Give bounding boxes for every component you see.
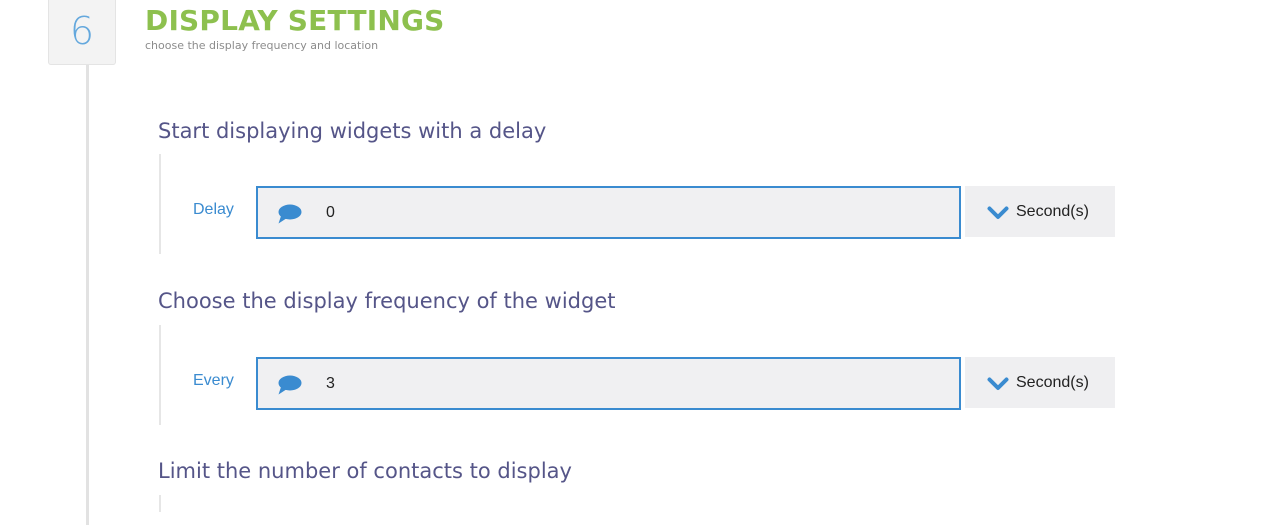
- timeline-line: [86, 65, 89, 525]
- step-number-badge: 6: [48, 0, 116, 65]
- frequency-unit-label: Second(s): [1016, 374, 1089, 391]
- frequency-value: 3: [326, 375, 335, 392]
- frequency-unit-select[interactable]: Second(s): [965, 357, 1115, 408]
- delay-value: 0: [326, 204, 335, 221]
- group-title-contacts-limit: Limit the number of contacts to display: [158, 459, 572, 483]
- group-title-delay: Start displaying widgets with a delay: [158, 119, 547, 143]
- group-divider-contacts-limit: [159, 495, 161, 512]
- step-number: 6: [69, 9, 95, 53]
- delay-label: Delay: [193, 201, 234, 218]
- delay-unit-select[interactable]: Second(s): [965, 186, 1115, 237]
- chevron-down-icon: [987, 377, 1009, 390]
- group-divider-delay: [159, 154, 161, 254]
- delay-unit-label: Second(s): [1016, 203, 1089, 220]
- group-divider-frequency: [159, 325, 161, 425]
- chevron-down-icon: [987, 206, 1009, 219]
- comment-icon: [278, 204, 302, 224]
- section-title: DISPLAY SETTINGS: [145, 4, 445, 37]
- frequency-input[interactable]: 3: [256, 357, 961, 410]
- frequency-label: Every: [193, 372, 234, 389]
- delay-input[interactable]: 0: [256, 186, 961, 239]
- section-subtitle: choose the display frequency and locatio…: [145, 39, 379, 52]
- group-title-frequency: Choose the display frequency of the widg…: [158, 289, 616, 313]
- comment-icon: [278, 375, 302, 395]
